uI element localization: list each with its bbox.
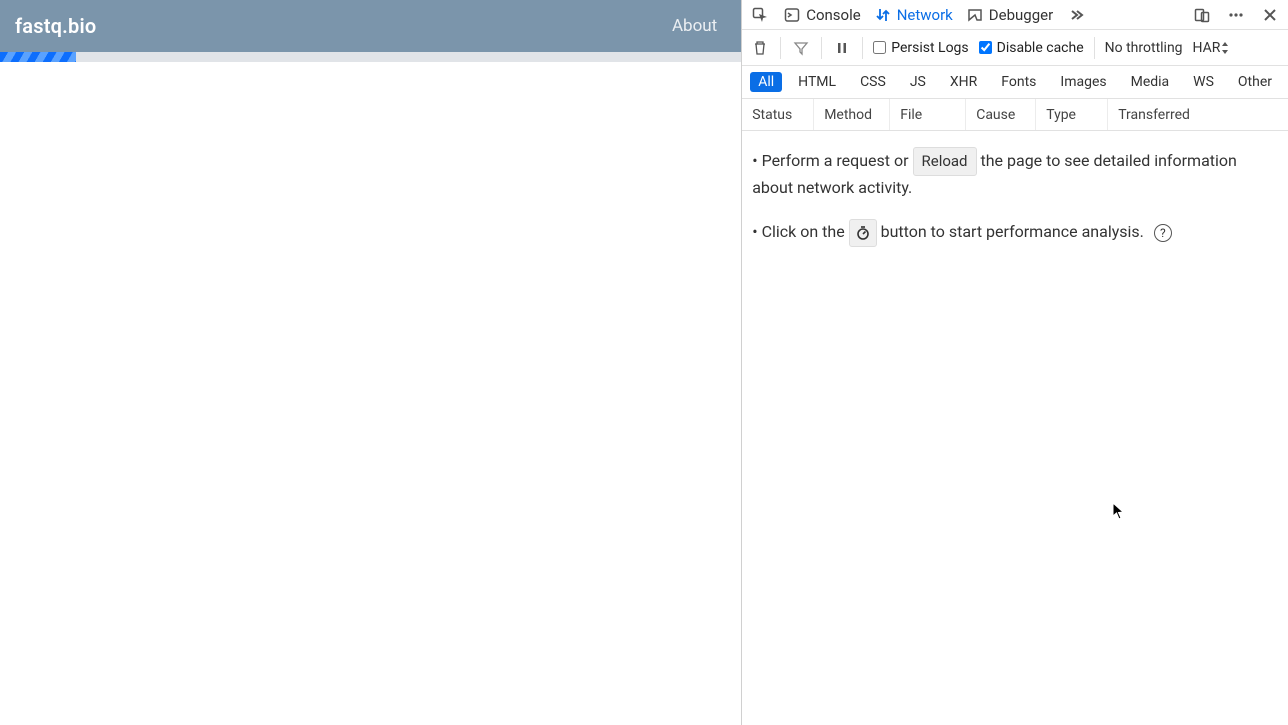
col-transferred[interactable]: Transferred [1108,99,1288,130]
filter-icon[interactable] [791,38,811,58]
brand[interactable]: fastq.bio [15,14,96,38]
throttling-select[interactable]: No throttling [1105,40,1183,56]
disable-cache-checkbox[interactable]: Disable cache [979,40,1084,56]
close-devtools-icon[interactable] [1260,5,1280,25]
filter-css[interactable]: CSS [852,72,894,92]
persist-logs-label: Persist Logs [891,40,968,56]
progress-bar [0,52,76,62]
stopwatch-button[interactable] [849,219,877,247]
col-file[interactable]: File [890,99,966,130]
filter-all[interactable]: All [750,72,782,92]
responsive-mode-icon[interactable] [1192,5,1212,25]
devtools: Console Network Debugger [741,0,1288,725]
col-type[interactable]: Type [1036,99,1108,130]
page: fastq.bio About [0,0,741,725]
tab-network[interactable]: Network [875,6,953,24]
filter-js[interactable]: JS [902,72,934,92]
filter-images[interactable]: Images [1052,72,1114,92]
devtools-tabs: Console Network Debugger [742,0,1288,30]
network-columns: Status Method File Cause Type Transferre… [742,99,1288,131]
filter-other[interactable]: Other [1230,72,1280,92]
filter-media[interactable]: Media [1123,72,1178,92]
network-empty-state: • Perform a request or Reload the page t… [742,131,1288,725]
tab-console[interactable]: Console [784,6,861,24]
col-cause[interactable]: Cause [966,99,1036,130]
about-link[interactable]: About [672,16,717,36]
kebab-menu-icon[interactable] [1226,5,1246,25]
col-method[interactable]: Method [814,99,890,130]
inspector-icon[interactable] [750,5,770,25]
disable-cache-label: Disable cache [997,40,1084,56]
network-toolbar: Persist Logs Disable cache No throttling… [742,30,1288,66]
filter-xhr[interactable]: XHR [942,72,985,92]
har-menu[interactable]: HAR [1193,40,1231,56]
page-header: fastq.bio About [0,0,741,52]
tab-debugger-label: Debugger [989,6,1053,24]
hint-reload: • Perform a request or Reload the page t… [752,147,1278,201]
tab-network-label: Network [897,6,953,24]
filter-pills: All HTML CSS JS XHR Fonts Images Media W… [742,66,1288,99]
hint-perf: • Click on the button to start performan… [752,219,1278,247]
col-status[interactable]: Status [742,99,814,130]
filter-fonts[interactable]: Fonts [993,72,1044,92]
tab-console-label: Console [806,6,861,24]
tab-debugger[interactable]: Debugger [967,6,1053,24]
pause-icon[interactable] [832,38,852,58]
persist-logs-checkbox[interactable]: Persist Logs [873,40,968,56]
reload-button[interactable]: Reload [913,147,977,176]
more-tabs-icon[interactable] [1067,5,1087,25]
clear-icon[interactable] [750,38,770,58]
progress-track [0,52,741,62]
filter-ws[interactable]: WS [1185,72,1222,92]
filter-html[interactable]: HTML [790,72,844,92]
help-icon[interactable]: ? [1154,224,1172,242]
